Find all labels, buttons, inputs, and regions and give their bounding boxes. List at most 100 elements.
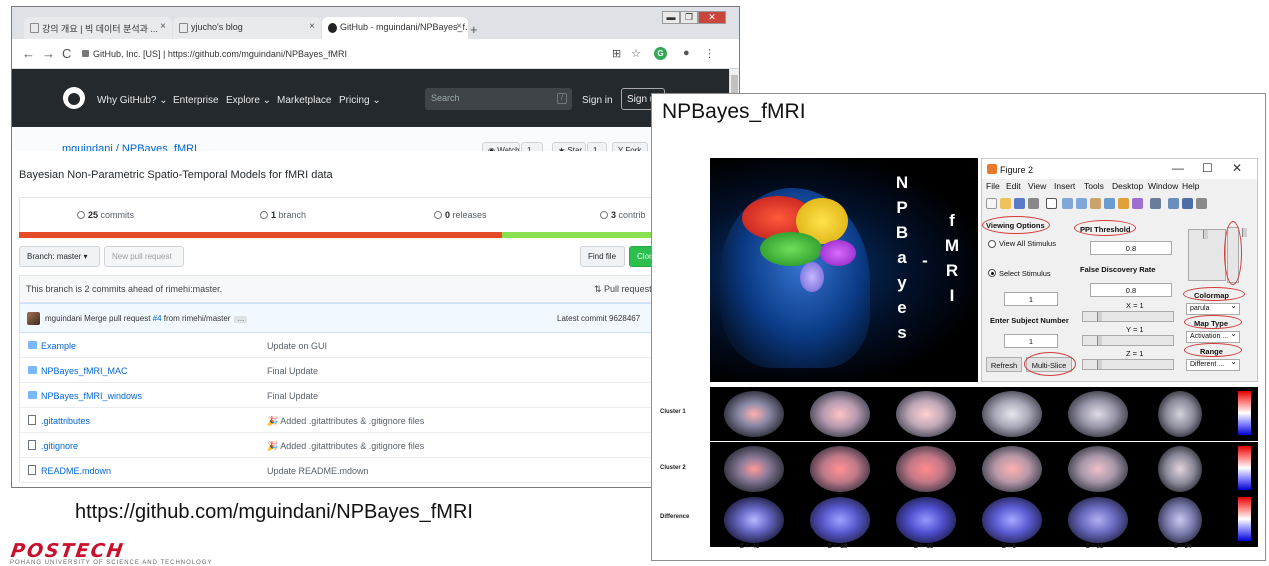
pan-icon[interactable] [1090,198,1101,209]
close-icon[interactable]: × [309,21,315,32]
close-icon[interactable]: × [160,21,166,32]
legend-icon[interactable] [1182,198,1193,209]
tab-lecture[interactable]: 강의 개요 | 빅 데이터 분석과 ... × [24,17,172,39]
brush-icon[interactable] [1132,198,1143,209]
star-count[interactable]: 1 [587,142,607,151]
file-name[interactable]: README.mdown [41,466,111,476]
branches-stat[interactable]: 1 branch [260,210,306,220]
menu-view[interactable]: View [1028,181,1046,191]
github-search-input[interactable]: Search / [425,88,572,110]
link-icon[interactable] [1150,198,1161,209]
data-cursor-icon[interactable] [1118,198,1129,209]
new-figure-icon[interactable] [986,198,997,209]
file-name[interactable]: NPBayes_fMRI_MAC [41,366,128,376]
map-type-select[interactable]: Activation ... [1186,331,1240,343]
list-item[interactable]: Example Update on GUI [19,333,730,358]
nav-enterprise[interactable]: Enterprise [173,95,219,106]
watch-button[interactable]: ◉ Watch [482,142,520,151]
repo-path[interactable]: mguindani / NPBayes_fMRI [62,143,197,151]
select-stimulus-radio[interactable] [988,269,996,277]
save-icon[interactable] [1014,198,1025,209]
pull-request-link[interactable]: ⇅ Pull request [594,284,652,295]
grammarly-icon[interactable]: G [654,47,667,60]
translate-icon[interactable]: ⊞ [612,47,621,60]
rotate-icon[interactable] [1104,198,1115,209]
profile-icon[interactable]: ● [683,47,690,59]
colorbar-icon[interactable] [1168,198,1179,209]
close-icon[interactable]: ✕ [1232,161,1242,175]
commit-expand-button[interactable]: … [234,316,248,323]
commits-stat[interactable]: 25 commits [77,210,134,220]
list-item[interactable]: NPBayes_fMRI_windows Final Update [19,383,730,408]
minimize-icon[interactable]: — [1172,161,1184,175]
browser-menu-icon[interactable]: ⋮ [704,47,715,60]
list-item[interactable]: .gitignore 🎉 Added .gitattributes & .git… [19,433,730,458]
watch-count[interactable]: 1 [521,142,543,151]
forward-icon[interactable]: → [42,46,55,61]
file-commit-message[interactable]: 🎉 Added .gitattributes & .gitignore file… [267,416,424,427]
pointer-icon[interactable] [1046,198,1057,209]
menu-tools[interactable]: Tools [1084,181,1104,191]
tab-github[interactable]: GitHub - mguindani/NPBayes_f... × [322,17,468,39]
sign-in-link[interactable]: Sign in [582,95,613,106]
file-commit-message[interactable]: Final Update [267,366,318,376]
file-name[interactable]: NPBayes_fMRI_windows [41,391,142,401]
fork-button[interactable]: Y Fork [612,142,648,151]
star-button[interactable]: ★ Star [552,142,586,151]
menu-help[interactable]: Help [1182,181,1199,191]
nav-pricing[interactable]: Pricing ⌄ [339,95,381,106]
commit-pr-link[interactable]: #4 [153,314,162,323]
file-name[interactable]: Example [41,341,76,351]
restore-button[interactable]: ❐ [680,11,698,24]
back-icon[interactable]: ← [22,46,35,61]
subject-number-field[interactable]: 1 [1004,334,1058,348]
reload-icon[interactable]: C [62,46,71,61]
list-item[interactable]: NPBayes_fMRI_MAC Final Update [19,358,730,383]
y-slider[interactable] [1082,335,1174,346]
tab-blog[interactable]: yjucho's blog × [173,17,321,39]
menu-desktop[interactable]: Desktop [1112,181,1143,191]
file-commit-message[interactable]: Final Update [267,391,318,401]
zoom-out-icon[interactable] [1076,198,1087,209]
latest-commit-hash[interactable]: Latest commit 9628467 [557,314,640,323]
list-item[interactable]: .gitattributes 🎉 Added .gitattributes & … [19,408,730,433]
refresh-button[interactable]: Refresh [986,357,1022,372]
menu-file[interactable]: File [986,181,1000,191]
file-commit-message[interactable]: Update on GUI [267,341,327,351]
releases-stat[interactable]: 0 releases [434,210,487,220]
close-window-button[interactable]: ✕ [698,11,726,24]
new-tab-button[interactable]: + [470,22,478,37]
view-all-radio[interactable] [988,240,996,248]
vertical-slider[interactable] [1188,229,1226,281]
colormap-select[interactable]: parula [1186,303,1240,315]
range-select[interactable]: Different ... [1186,359,1240,371]
minimize-button[interactable]: ▬ [662,11,680,24]
file-commit-message[interactable]: Update README.mdown [267,466,369,476]
ppi-threshold-field[interactable]: 0.8 [1090,241,1172,255]
menu-window[interactable]: Window [1148,181,1178,191]
x-slider[interactable] [1082,311,1174,322]
contributors-stat[interactable]: 3 contrib [600,210,646,220]
file-name[interactable]: .gitattributes [41,416,90,426]
plot-tools-icon[interactable] [1196,198,1207,209]
new-pull-request-button[interactable]: New pull request [104,246,184,267]
file-commit-message[interactable]: 🎉 Added .gitattributes & .gitignore file… [267,441,424,452]
bookmark-star-icon[interactable]: ☆ [631,47,641,60]
nav-marketplace[interactable]: Marketplace [277,95,331,106]
stimulus-number-field[interactable]: 1 [1004,292,1058,306]
z-slider[interactable] [1082,359,1174,370]
file-name[interactable]: .gitignore [41,441,78,451]
fdr-field[interactable]: 0.8 [1090,283,1172,297]
zoom-in-icon[interactable] [1062,198,1073,209]
open-file-icon[interactable] [1000,198,1011,209]
nav-why-github[interactable]: Why GitHub? ⌄ [97,95,168,106]
close-icon[interactable]: × [456,21,462,32]
maximize-icon[interactable]: ☐ [1202,161,1213,175]
list-item[interactable]: README.mdown Update README.mdown [19,458,730,483]
commit-author[interactable]: mguindani [45,314,82,323]
language-bar[interactable] [19,232,730,238]
github-logo-icon[interactable] [63,87,85,109]
print-icon[interactable] [1028,198,1039,209]
find-file-button[interactable]: Find file [580,246,625,267]
menu-insert[interactable]: Insert [1054,181,1075,191]
